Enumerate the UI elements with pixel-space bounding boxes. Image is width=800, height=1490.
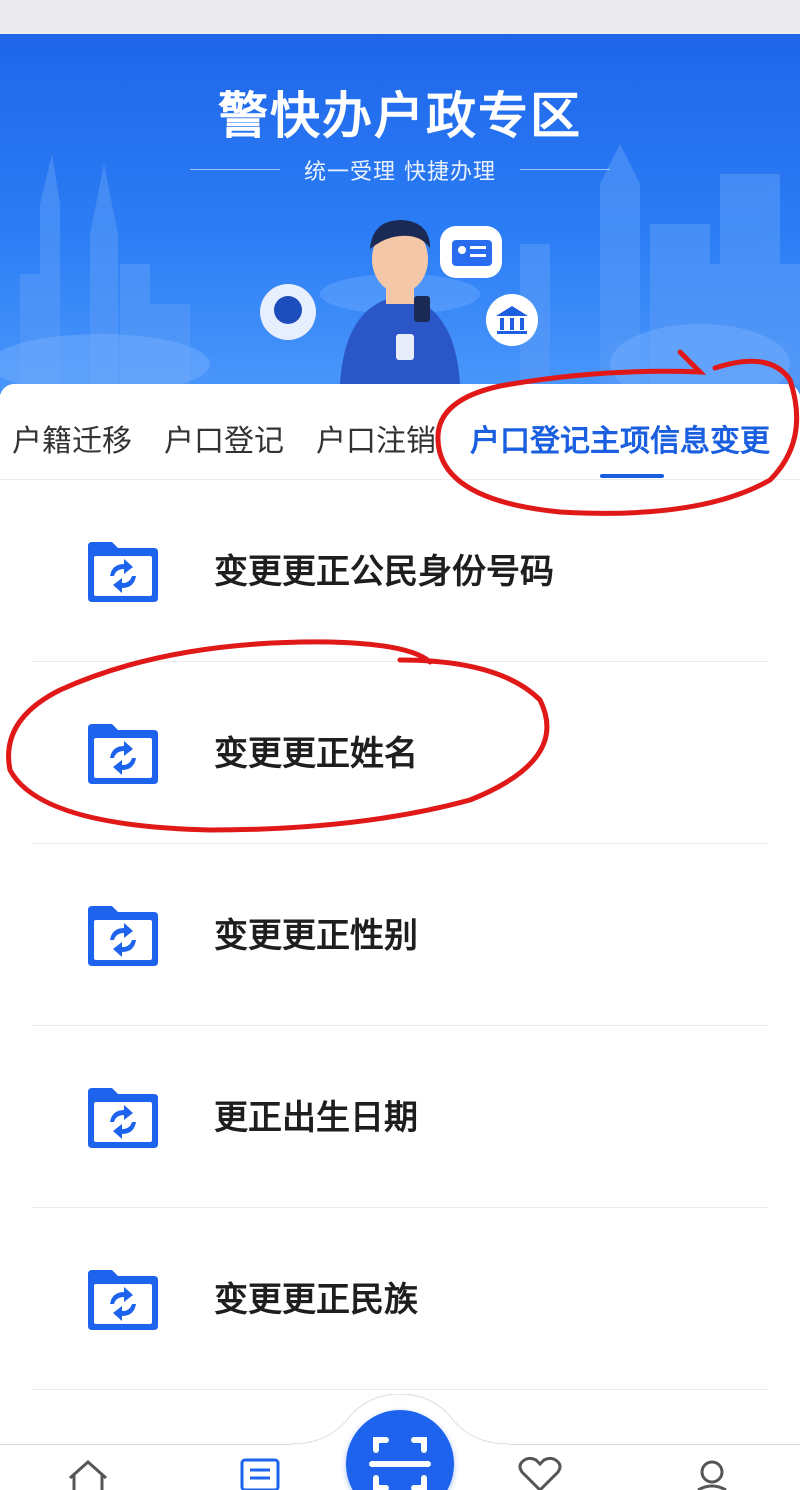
- item-label: 变更更正性别: [214, 916, 418, 956]
- list-divider: [32, 1389, 768, 1390]
- service-list: 变更更正公民身份号码 变更更正姓名 变更更正性别 更正出生日期 变更更正民族: [0, 480, 800, 1390]
- status-strip: [0, 0, 800, 34]
- item-label: 更正出生日期: [214, 1098, 418, 1138]
- active-tab-indicator: [600, 474, 664, 478]
- content-card: 户籍迁移 户口登记 户口注销 户口登记主项信息变更 变更更正公民身份号码 变更更…: [0, 384, 800, 1444]
- tab-main-info-change[interactable]: 户口登记主项信息变更: [470, 416, 770, 460]
- support-bubble-icon: [260, 284, 316, 340]
- list-item[interactable]: 变更更正姓名: [0, 662, 800, 844]
- item-label: 变更更正公民身份号码: [214, 552, 554, 592]
- list-item[interactable]: 变更更正公民身份号码: [0, 480, 800, 662]
- banner-title: 警快办户政专区: [218, 87, 582, 145]
- item-label: 变更更正民族: [214, 1280, 418, 1320]
- banner-subtitle: 统一受理 快捷办理: [0, 154, 800, 186]
- user-icon[interactable]: [688, 1456, 736, 1490]
- id-card-bubble-icon: [440, 226, 502, 278]
- folder-refresh-icon: [88, 906, 158, 966]
- folder-refresh-icon: [88, 1088, 158, 1148]
- item-label: 变更更正姓名: [214, 734, 418, 774]
- hero-banner: 警快办户政专区 统一受理 快捷办理: [0, 34, 800, 394]
- category-tabs: 户籍迁移 户口登记 户口注销 户口登记主项信息变更: [0, 384, 800, 480]
- tab-household-cancellation[interactable]: 户口注销: [316, 416, 436, 460]
- scan-icon: [369, 1437, 431, 1490]
- bank-bubble-icon: [486, 294, 538, 346]
- tab-household-migration[interactable]: 户籍迁移: [12, 416, 132, 460]
- home-icon[interactable]: [64, 1456, 112, 1490]
- list-icon[interactable]: [236, 1456, 284, 1490]
- list-item[interactable]: 更正出生日期: [0, 1026, 800, 1208]
- tab-household-registration[interactable]: 户口登记: [164, 416, 284, 460]
- folder-refresh-icon: [88, 1270, 158, 1330]
- list-item[interactable]: 变更更正民族: [0, 1208, 800, 1390]
- folder-refresh-icon: [88, 542, 158, 602]
- heart-icon[interactable]: [516, 1456, 564, 1490]
- scan-button[interactable]: [346, 1410, 454, 1490]
- banner-subtitle-text: 统一受理 快捷办理: [304, 160, 496, 185]
- list-item[interactable]: 变更更正性别: [0, 844, 800, 1026]
- folder-refresh-icon: [88, 724, 158, 784]
